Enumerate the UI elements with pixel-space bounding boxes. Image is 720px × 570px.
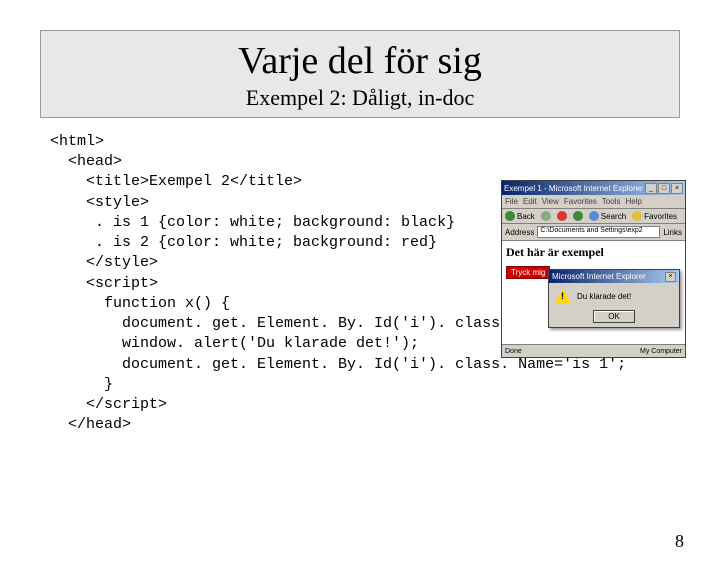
- code-line: }: [50, 376, 113, 393]
- code-line: <style>: [50, 194, 149, 211]
- dialog-titlebar: Microsoft Internet Explorer ×: [549, 270, 679, 283]
- minimize-icon[interactable]: _: [645, 183, 657, 194]
- code-line: <head>: [50, 153, 122, 170]
- menu-edit[interactable]: Edit: [523, 197, 537, 206]
- search-label: Search: [601, 212, 626, 221]
- maximize-icon[interactable]: □: [658, 183, 670, 194]
- star-icon: [632, 211, 642, 221]
- dialog-body: Du klarade det!: [549, 283, 679, 309]
- dialog-close-icon[interactable]: ×: [665, 272, 676, 282]
- menu-tools[interactable]: Tools: [602, 197, 621, 206]
- browser-titlebar: Exempel 1 - Microsoft Internet Explorer …: [502, 181, 685, 195]
- address-field[interactable]: C:\Documents and Settings\exp2: [537, 226, 660, 238]
- ok-button[interactable]: OK: [593, 310, 635, 323]
- refresh-icon[interactable]: [573, 211, 583, 221]
- menu-help[interactable]: Help: [625, 197, 641, 206]
- status-right: My Computer: [640, 348, 682, 355]
- browser-title: Exempel 1 - Microsoft Internet Explorer: [504, 184, 643, 193]
- back-button[interactable]: Back: [505, 211, 535, 221]
- browser-screenshot: Exempel 1 - Microsoft Internet Explorer …: [501, 180, 686, 358]
- favorites-button[interactable]: Favorites: [632, 211, 677, 221]
- back-label: Back: [517, 212, 535, 221]
- code-line: </script>: [50, 396, 167, 413]
- title-block: Varje del för sig Exempel 2: Dåligt, in-…: [40, 30, 680, 118]
- browser-window: Exempel 1 - Microsoft Internet Explorer …: [501, 180, 686, 358]
- slide: Varje del för sig Exempel 2: Dåligt, in-…: [0, 30, 720, 570]
- code-line: . is 1 {color: white; background: black}: [50, 214, 455, 231]
- browser-viewport: Det här är exempel Tryck mig Microsoft I…: [502, 241, 685, 344]
- menu-view[interactable]: View: [542, 197, 559, 206]
- status-bar: Done My Computer: [502, 344, 685, 357]
- address-label: Address: [505, 228, 534, 237]
- warning-icon: [555, 289, 571, 303]
- dialog-title-text: Microsoft Internet Explorer: [552, 272, 646, 281]
- code-line: <html>: [50, 133, 104, 150]
- page-heading: Det här är exempel: [506, 245, 681, 260]
- back-icon: [505, 211, 515, 221]
- forward-icon[interactable]: [541, 211, 551, 221]
- code-line: <script>: [50, 275, 158, 292]
- code-line: <title>Exempel 2</title>: [50, 173, 302, 190]
- menu-favorites[interactable]: Favorites: [564, 197, 597, 206]
- slide-subtitle: Exempel 2: Dåligt, in-doc: [41, 85, 679, 111]
- code-line: </head>: [50, 416, 131, 433]
- search-icon: [589, 211, 599, 221]
- code-line: . is 2 {color: white; background: red}: [50, 234, 437, 251]
- close-icon[interactable]: ×: [671, 183, 683, 194]
- dialog-footer: OK: [549, 309, 679, 327]
- tryck-mig-button[interactable]: Tryck mig: [506, 266, 550, 279]
- code-line: document. get. Element. By. Id('i'). cla…: [50, 356, 626, 373]
- code-line: function x() {: [50, 295, 230, 312]
- search-button[interactable]: Search: [589, 211, 626, 221]
- window-controls: _ □ ×: [645, 183, 683, 194]
- slide-title: Varje del för sig: [41, 41, 679, 83]
- page-number: 8: [675, 531, 684, 552]
- alert-dialog: Microsoft Internet Explorer × Du klarade…: [548, 269, 680, 328]
- stop-icon[interactable]: [557, 211, 567, 221]
- menu-bar: File Edit View Favorites Tools Help: [502, 195, 685, 209]
- code-line: window. alert('Du klarade det!');: [50, 335, 419, 352]
- dialog-message: Du klarade det!: [577, 292, 631, 301]
- menu-file[interactable]: File: [505, 197, 518, 206]
- code-line: </style>: [50, 254, 158, 271]
- toolbar: Back Search Favorites: [502, 209, 685, 224]
- address-bar: Address C:\Documents and Settings\exp2 L…: [502, 224, 685, 241]
- links-label[interactable]: Links: [663, 228, 682, 237]
- status-left: Done: [505, 348, 522, 355]
- favorites-label: Favorites: [644, 212, 677, 221]
